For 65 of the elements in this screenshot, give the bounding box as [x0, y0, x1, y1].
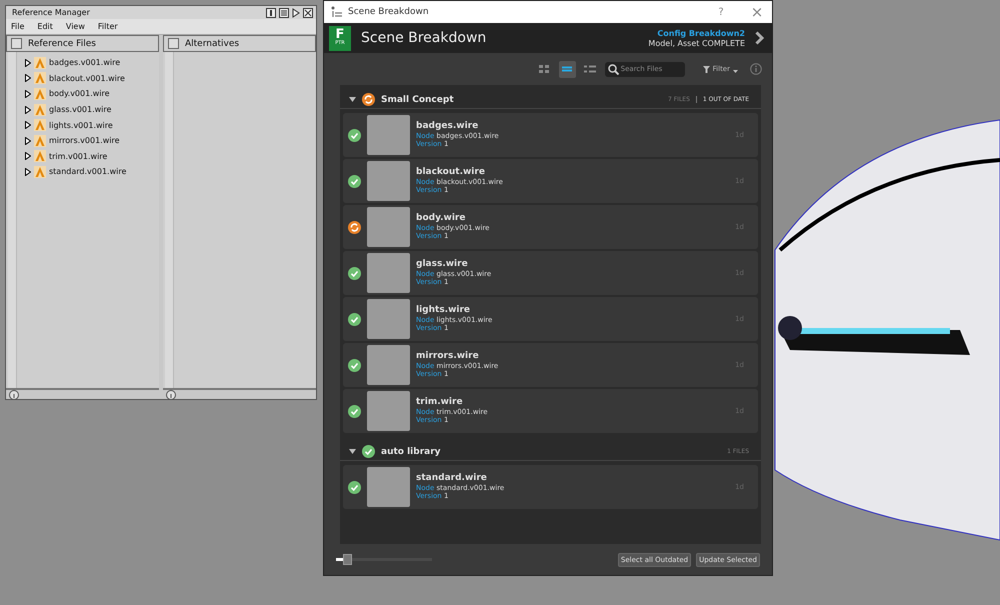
file-name: mirrors.wire [416, 351, 480, 362]
list-view-button[interactable] [558, 60, 576, 78]
pane-title: Reference Files [28, 38, 96, 48]
letter-a-icon [34, 88, 46, 100]
letter-a-icon [34, 104, 46, 116]
thumbnail-placeholder [367, 207, 410, 247]
letter-a-icon [34, 134, 46, 147]
thumbnail-placeholder [367, 161, 410, 201]
status-text: Model, Asset COMPLETE [648, 38, 745, 48]
file-name: standard.wire [416, 473, 488, 484]
reference-file-item[interactable]: mirrors.v001.wire [49, 136, 120, 146]
panel-icon[interactable] [266, 8, 276, 18]
funnel-icon [702, 66, 710, 72]
checkbox[interactable] [11, 38, 22, 49]
chevron-right-icon[interactable] [755, 31, 764, 45]
config-link[interactable]: Config Breakdown2 [657, 28, 745, 38]
menu-item[interactable]: File [11, 22, 24, 31]
app-icon [330, 6, 342, 18]
letter-a-icon [34, 72, 46, 84]
info-icon[interactable] [750, 63, 762, 75]
close-icon[interactable] [303, 8, 313, 18]
menu-item[interactable]: Edit [37, 22, 53, 31]
reference-file-item[interactable]: standard.v001.wire [49, 167, 126, 176]
collapse-arrow-icon[interactable] [349, 448, 356, 455]
file-name: badges.wire [416, 121, 480, 132]
window-title: Scene Breakdown [348, 7, 430, 17]
grid-icon [539, 65, 550, 73]
thumbnail-placeholder [367, 391, 410, 431]
thumbnail-placeholder [367, 253, 410, 293]
thumbnail-placeholder [367, 467, 410, 507]
pane-title: Alternatives [185, 38, 240, 48]
letter-a-icon [34, 119, 46, 132]
list-icon[interactable] [279, 8, 289, 18]
window-title: Reference Manager [12, 8, 90, 17]
app-title: Scene Breakdown [361, 30, 488, 46]
file-name: glass.wire [416, 259, 469, 270]
collapse-arrow-icon[interactable] [349, 96, 356, 103]
info-icon[interactable] [166, 390, 176, 400]
file-name: blackout.wire [416, 167, 486, 178]
detail-list-icon [584, 65, 596, 73]
letter-a-icon [34, 166, 46, 178]
menu-item[interactable]: View [66, 22, 85, 31]
reference-file-item[interactable]: trim.v001.wire [49, 152, 108, 161]
thumbnail-placeholder [367, 299, 410, 339]
close-button[interactable]: × [742, 3, 772, 21]
thumbnail-placeholder [367, 115, 410, 155]
group-name: auto library [381, 446, 442, 456]
file-name: lights.wire [416, 305, 472, 316]
reference-file-item[interactable]: badges.v001.wire [49, 58, 120, 68]
letter-a-icon [34, 150, 46, 162]
play-icon[interactable] [292, 8, 300, 18]
thumbnail-placeholder [367, 345, 410, 385]
checkbox[interactable] [168, 38, 179, 49]
list-icon [562, 65, 572, 73]
reference-file-item[interactable]: glass.v001.wire [49, 105, 112, 114]
file-name: trim.wire [416, 397, 464, 408]
reference-file-item[interactable]: lights.v001.wire [49, 120, 113, 130]
reference-file-item[interactable]: body.v001.wire [49, 89, 110, 98]
file-name: body.wire [416, 213, 466, 224]
reference-file-item[interactable]: blackout.v001.wire [49, 74, 125, 83]
help-button[interactable]: ? [706, 6, 736, 18]
letter-a-icon [34, 56, 46, 69]
menu-item[interactable]: Filter [98, 22, 118, 31]
group-name: Small Concept [381, 94, 455, 104]
info-icon[interactable] [9, 390, 19, 400]
